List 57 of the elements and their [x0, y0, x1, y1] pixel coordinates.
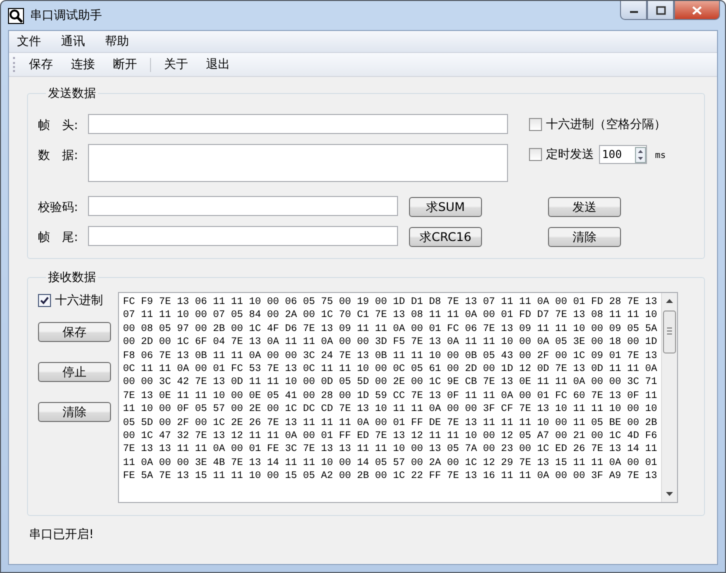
checkbox-label: 十六进制（空格分隔） — [546, 116, 666, 133]
receive-button[interactable]: 清除 — [38, 402, 111, 422]
checkbox[interactable] — [529, 148, 542, 161]
toolbar-button[interactable]: 保存 — [29, 56, 53, 73]
field-label: 数 据: — [38, 147, 80, 164]
maximize-icon — [656, 6, 666, 14]
group-title: 接收数据 — [47, 269, 97, 286]
group-title: 发送数据 — [47, 85, 97, 102]
menu-item[interactable]: 文件 — [17, 33, 41, 50]
hex-line: 00 1C 47 32 7E 13 12 11 11 0A 00 01 FF ED 7E 13 12 11 11 10 00 12 05 A7 00 21 00 1C 4D F6 — [123, 430, 658, 444]
header-input[interactable] — [88, 114, 508, 134]
toolbar-button[interactable]: 关于 — [164, 56, 188, 73]
checkbox-label: 十六进制 — [55, 292, 103, 309]
menu-item[interactable]: 通讯 — [61, 33, 85, 50]
sum-button[interactable]: 求SUM — [409, 197, 482, 217]
data-input[interactable] — [88, 144, 508, 182]
toolbar-button[interactable]: 断开 — [113, 56, 137, 73]
status-text: 串口已开启! — [28, 526, 95, 543]
minimize-button[interactable] — [620, 1, 647, 20]
interval-spinner[interactable]: 100 — [599, 145, 647, 164]
hex-line: 07 11 11 10 00 07 05 84 00 2A 00 1C 70 C1 7E 13 08 11 11 0A 00 01 FD D7 7E 13 08 11 11 10 — [123, 309, 658, 323]
toolbar-button[interactable]: 连接 — [71, 56, 95, 73]
hex-line: 11 10 00 0F 05 57 00 2E 00 1C DC CD 7E 13 10 11 11 0A 00 00 3F CF 7E 13 10 11 11 10 00 10 — [123, 403, 658, 417]
magnifier-icon — [8, 8, 24, 24]
scrollbar[interactable] — [661, 293, 677, 502]
maximize-button[interactable] — [647, 1, 674, 20]
hex-line: 0C 11 11 0A 00 01 FC 53 7E 13 0C 11 11 10 00 0C 05 61 00 2D 00 1D 12 0D 7E 13 0D 11 11 0A — [123, 363, 658, 376]
checkbox[interactable] — [529, 118, 542, 131]
hex-line: 11 0A 00 00 3E 4B 7E 13 14 11 11 10 00 14 05 57 00 2A 00 1C 12 29 7E 13 15 11 11 0A 00 01 — [123, 456, 658, 470]
hex-line: 7E 13 0E 11 11 10 00 0E 05 41 00 28 00 1D 59 CC 7E 13 0F 11 11 0A 00 01 FC 60 7E 13 0F 11 — [123, 390, 658, 404]
hex-line: F8 06 7E 13 0B 11 11 0A 00 00 3C 24 7E 13 0B 11 11 10 00 0B 05 43 00 2F 00 1C 09 01 7E 13 — [123, 350, 658, 364]
checksum-input[interactable] — [88, 196, 398, 216]
clear-button[interactable]: 清除 — [548, 227, 621, 247]
close-button[interactable] — [674, 1, 720, 20]
receive-button[interactable]: 停止 — [38, 362, 111, 382]
crc-button[interactable]: 求CRC16 — [409, 227, 482, 247]
toolbar-button[interactable]: 退出 — [206, 56, 230, 73]
checkbox[interactable] — [38, 294, 51, 307]
close-icon — [692, 6, 702, 14]
field-label: 校验码: — [38, 199, 80, 216]
hex-line: 00 00 3C 42 7E 13 0D 11 11 10 00 0D 05 5D 00 2E 00 1C 9E CB 7E 13 0E 11 11 0A 00 00 3C 71 — [123, 376, 658, 390]
hex-line: 05 5D 00 2F 00 1C 2E 26 7E 13 11 11 11 0A 00 01 FF DE 7E 13 11 11 11 10 00 11 05 BE 00 2B — [123, 416, 658, 430]
hex-line: 00 08 05 97 00 2B 00 1C 4F D6 7E 13 09 11 11 0A 00 01 FC 06 7E 13 09 11 11 10 00 09 05 5A — [123, 322, 658, 336]
field-label: 帧 头: — [38, 117, 80, 134]
field-label: 帧 尾: — [38, 229, 80, 246]
send-button[interactable]: 发送 — [548, 197, 621, 217]
unit-label: ms — [655, 150, 666, 161]
hex-line: FC F9 7E 13 06 11 11 10 00 06 05 75 00 19 00 1D D1 D8 7E 13 07 11 11 0A 00 01 FD 28 7E 13 — [123, 296, 658, 310]
receive-button[interactable]: 保存 — [38, 322, 111, 342]
footer-input[interactable] — [88, 226, 398, 246]
checkbox-label: 定时发送 — [546, 146, 594, 163]
menu-item[interactable]: 帮助 — [105, 33, 129, 50]
hex-line: 00 2D 00 1C 6F 04 7E 13 0A 11 11 0A 00 00 3D F5 7E 13 0A 11 11 10 00 0A 05 3E 00 18 00 1D — [123, 336, 658, 350]
receive-text-area[interactable] — [118, 292, 678, 503]
hex-line: FE 5A 7E 13 15 11 11 10 00 15 05 A2 00 2B 00 1C 22 FF 7E 13 16 11 11 0A 00 00 3F A9 7E 13 — [123, 470, 658, 484]
window-title: 串口调试助手 — [30, 7, 102, 24]
hex-line: 7E 13 13 11 11 0A 00 01 FE 3C 7E 13 13 11 11 10 00 13 05 7A 00 23 00 1C ED 26 7E 13 14 11 — [123, 443, 658, 457]
